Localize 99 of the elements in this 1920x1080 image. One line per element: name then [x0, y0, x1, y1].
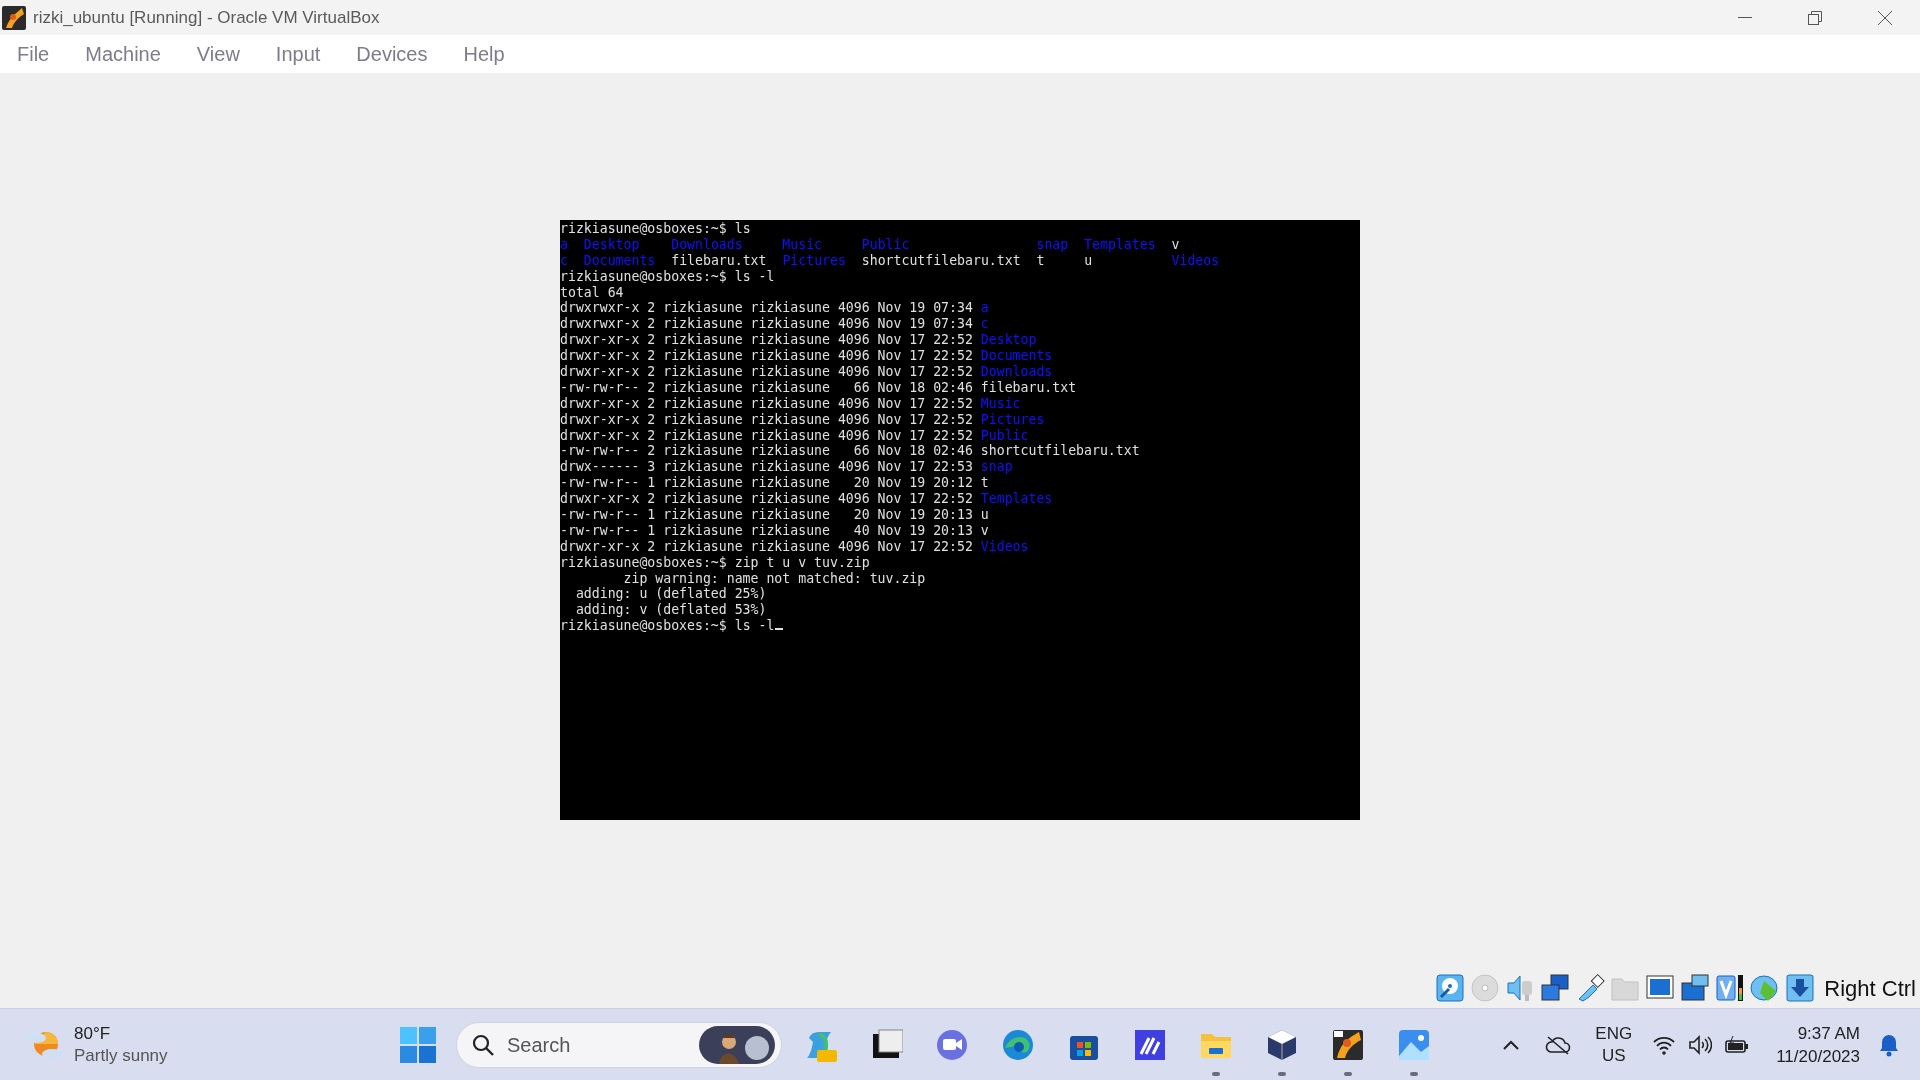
- file-name: c: [560, 252, 568, 268]
- file-details: drwx------ 3 rizkiasune rizkiasune 4096 Nov 17 22:53: [560, 459, 973, 475]
- terminal-command: ls -l: [734, 268, 775, 284]
- cpu-activity-icon[interactable]: [1715, 973, 1746, 1003]
- file-name: Downloads: [980, 364, 1053, 379]
- window-title: rizki_ubuntu [Running] - Oracle VM VirtualBox: [33, 6, 380, 29]
- file-name: Desktop: [980, 332, 1037, 348]
- network-icon[interactable]: [1540, 973, 1571, 1003]
- file-name: Music: [782, 236, 823, 252]
- file-name: Public: [861, 236, 910, 252]
- file-name: Videos: [980, 538, 1029, 554]
- file-name: shortcutfilebaru.txt: [980, 443, 1140, 459]
- file-details: drwxr-xr-x 2 rizkiasune rizkiasune 4096 Nov 17 22:52: [560, 332, 973, 348]
- video-chat-icon[interactable]: [935, 1027, 969, 1062]
- terminal-command: ls -l: [734, 618, 775, 634]
- close-icon: [1878, 10, 1892, 25]
- file-name: filebaru.txt: [980, 379, 1077, 395]
- file-name: Desktop: [583, 236, 640, 252]
- file-details: -rw-rw-r-- 2 rizkiasune rizkiasune 66 Nov 18 02:46: [560, 443, 973, 459]
- file-details: -rw-rw-r-- 1 rizkiasune rizkiasune 20 Nov 19 20:13: [560, 507, 973, 523]
- terminal-command: zip t u v tuv.zip: [734, 554, 870, 570]
- file-details: drwxr-xr-x 2 rizkiasune rizkiasune 4096 Nov 17 22:52: [560, 411, 973, 427]
- file-name: filebaru.txt: [671, 252, 767, 268]
- file-name: t: [980, 475, 989, 491]
- file-name: snap: [980, 459, 1013, 475]
- file-details: -rw-rw-r-- 2 rizkiasune rizkiasune 66 Nov 18 02:46: [560, 379, 973, 395]
- app-icon: [2, 5, 26, 30]
- file-name: Music: [980, 395, 1021, 411]
- file-details: -rw-rw-r-- 1 rizkiasune rizkiasune 40 Nov 19 20:13: [560, 522, 973, 538]
- file-details: drwxr-xr-x 2 rizkiasune rizkiasune 4096 Nov 17 22:52: [560, 538, 973, 554]
- file-name: a: [560, 236, 568, 252]
- search-icon: [471, 1032, 495, 1057]
- file-name: t: [1036, 252, 1045, 268]
- file-name: u: [1084, 252, 1093, 268]
- menu-item[interactable]: Help: [452, 35, 516, 73]
- menu-item[interactable]: Devices: [345, 35, 439, 73]
- wifi-icon[interactable]: [1652, 1034, 1677, 1055]
- language-indicator[interactable]: ENG US: [1595, 1022, 1633, 1067]
- file-details: drwxr-xr-x 2 rizkiasune rizkiasune 4096 Nov 17 22:52: [560, 427, 973, 443]
- terminal-prompt: rizkiasune@osboxes:~$: [560, 554, 727, 570]
- restore-icon: [1808, 10, 1822, 25]
- terminal-text: adding: u (deflated 25%): [574, 586, 767, 603]
- terminal-text: total 64: [560, 284, 624, 301]
- menu-item[interactable]: File: [6, 35, 61, 73]
- file-name: a: [980, 300, 989, 316]
- clock-time[interactable]: 9:37 AM: [1797, 1021, 1860, 1045]
- start-icon[interactable]: [400, 1026, 436, 1063]
- search-placeholder: Search: [507, 1032, 571, 1058]
- terminal-prompt: rizkiasune@osboxes:~$: [560, 618, 727, 634]
- file-details: drwxrwxr-x 2 rizkiasune rizkiasune 4096 Nov 19 07:34: [560, 316, 973, 332]
- volume-icon[interactable]: [1688, 1034, 1713, 1055]
- host-key-label: Right Ctrl: [1824, 974, 1916, 1003]
- minimize-icon: [1738, 16, 1752, 19]
- file-name: shortcutfilebaru.txt: [861, 252, 1021, 268]
- file-details: -rw-rw-r-- 1 rizkiasune rizkiasune 20 Nov 19 20:12: [560, 475, 973, 491]
- search-highlight-icon: [699, 1025, 775, 1064]
- file-details: drwxr-xr-x 2 rizkiasune rizkiasune 4096 Nov 17 22:52: [560, 348, 973, 364]
- file-name: Templates: [980, 491, 1053, 507]
- slanted-lines-app-icon[interactable]: [1133, 1027, 1167, 1062]
- terminal-prompt: rizkiasune@osboxes:~$: [560, 268, 727, 284]
- file-name: Documents: [980, 348, 1053, 364]
- terminal-screen[interactable]: [560, 220, 1360, 820]
- file-name: c: [980, 316, 989, 332]
- virtual-machine-icon[interactable]: [1331, 1027, 1365, 1062]
- cube-icon[interactable]: [1265, 1027, 1299, 1062]
- weather-condition: Partly sunny: [74, 1044, 168, 1067]
- search-field[interactable]: Search: [456, 1021, 782, 1068]
- weather-temperature: 80°F: [74, 1022, 112, 1045]
- video-capture-icon[interactable]: [1680, 973, 1711, 1003]
- terminal-text: adding: v (deflated 53%): [574, 602, 767, 619]
- file-details: drwxr-xr-x 2 rizkiasune rizkiasune 4096 Nov 17 22:52: [560, 395, 973, 411]
- chevron-up-icon[interactable]: [1503, 1039, 1520, 1050]
- file-name: Pictures: [782, 252, 846, 268]
- file-name: Documents: [583, 252, 656, 268]
- notification-bell-icon[interactable]: [1878, 1032, 1900, 1057]
- file-name: Pictures: [980, 411, 1045, 427]
- browser-icon[interactable]: [1001, 1027, 1035, 1062]
- file-name: snap: [1036, 236, 1069, 252]
- file-name: Downloads: [671, 236, 743, 252]
- battery-charging-icon[interactable]: [1724, 1034, 1751, 1055]
- photos-icon[interactable]: [1397, 1027, 1431, 1062]
- file-name: Templates: [1084, 236, 1156, 252]
- file-name: v: [980, 522, 989, 538]
- terminal-prompt: rizkiasune@osboxes:~$: [560, 221, 727, 236]
- menu-item[interactable]: View: [185, 35, 251, 73]
- cloud-off-icon[interactable]: [1545, 1034, 1572, 1055]
- menu-item[interactable]: Machine: [74, 35, 172, 73]
- file-details: drwxr-xr-x 2 rizkiasune rizkiasune 4096 Nov 17 22:52: [560, 364, 973, 379]
- clock-date[interactable]: 11/20/2023: [1776, 1044, 1860, 1068]
- terminal-command: ls: [734, 221, 751, 236]
- mouse-integration-icon[interactable]: [1750, 973, 1781, 1003]
- menu-item[interactable]: Input: [264, 35, 332, 73]
- file-name: v: [1171, 236, 1180, 252]
- terminal-text: zip warning: name not matched: tuv.zip: [622, 570, 926, 587]
- file-details: drwxr-xr-x 2 rizkiasune rizkiasune 4096 Nov 17 22:52: [560, 491, 973, 507]
- file-name: Public: [980, 427, 1029, 443]
- file-name: u: [980, 507, 989, 523]
- file-details: drwxrwxr-x 2 rizkiasune rizkiasune 4096 Nov 19 07:34: [560, 300, 973, 316]
- file-name: Videos: [1171, 252, 1220, 268]
